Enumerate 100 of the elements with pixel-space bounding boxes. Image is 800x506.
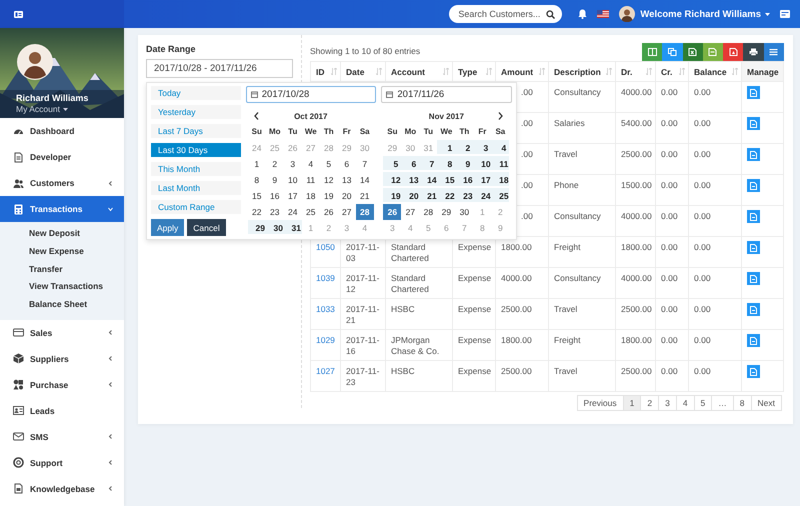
search-field[interactable]: Search Customers... — [449, 5, 562, 23]
calendar-day[interactable]: 22 — [248, 204, 266, 220]
sidebar-item[interactable]: Purchase — [0, 372, 124, 398]
submenu-item[interactable]: Transfer — [29, 260, 124, 278]
calendar-day[interactable]: 21 — [419, 188, 438, 202]
calendar-day[interactable]: 8 — [437, 156, 456, 170]
calendar-day[interactable]: 11 — [302, 172, 320, 188]
panel-icon[interactable] — [780, 10, 790, 18]
edit-button[interactable] — [747, 148, 760, 161]
calendar-day[interactable]: 17 — [473, 172, 492, 186]
range-option[interactable]: Custom Range — [151, 200, 241, 214]
calendar-day[interactable]: 13 — [338, 172, 356, 188]
calendar-day[interactable]: 14 — [419, 172, 438, 186]
calendar-day[interactable]: 19 — [320, 188, 338, 204]
range-option[interactable]: Last 30 Days — [151, 143, 241, 157]
calendar-day[interactable]: 16 — [266, 188, 284, 204]
calendar-day[interactable]: 20 — [338, 188, 356, 204]
calendar-day[interactable]: 3 — [473, 140, 492, 154]
sidebar-item[interactable]: Suppliers — [0, 346, 124, 372]
calendar-day[interactable]: 10 — [473, 156, 492, 170]
calendar-day[interactable]: 29 — [248, 220, 266, 234]
account-menu[interactable]: My Account — [16, 104, 88, 114]
bell-icon[interactable] — [578, 9, 588, 19]
calendar-day[interactable]: 20 — [401, 188, 420, 202]
calendar-day[interactable]: 22 — [437, 188, 456, 202]
calendar-day[interactable]: 31 — [284, 220, 302, 234]
cancel-button[interactable]: Cancel — [187, 219, 226, 236]
calendar-day[interactable]: 12 — [383, 172, 402, 186]
calendar-day[interactable]: 26 — [383, 204, 402, 220]
calendar-day[interactable]: 14 — [356, 172, 374, 188]
calendar-day[interactable]: 24 — [473, 188, 492, 202]
sidebar-item[interactable]: Sales — [0, 320, 124, 346]
calendar-day[interactable]: 28 — [356, 204, 374, 220]
calendar-day[interactable]: 25 — [302, 204, 320, 220]
range-option[interactable]: Today — [151, 86, 241, 100]
sidebar-item[interactable]: Developer — [0, 144, 124, 170]
flag-icon[interactable] — [597, 10, 610, 18]
calendar-day[interactable]: 15 — [248, 188, 266, 204]
calendar-day[interactable]: 26 — [320, 204, 338, 220]
edit-button[interactable] — [747, 210, 760, 223]
page-button[interactable]: 8 — [732, 395, 752, 411]
calendar-day[interactable]: 30 — [455, 204, 474, 220]
calendar-day[interactable]: 7 — [356, 156, 374, 172]
calendar-day[interactable]: 23 — [455, 188, 474, 202]
submenu-item[interactable]: New Expense — [29, 242, 124, 261]
edit-button[interactable] — [747, 179, 760, 192]
column-header[interactable]: Type — [452, 62, 496, 82]
calendar-day[interactable]: 6 — [338, 156, 356, 172]
calendar-day[interactable]: 19 — [383, 188, 402, 202]
range-option[interactable]: Yesterday — [151, 105, 241, 119]
calendar-day[interactable]: 15 — [437, 172, 456, 186]
column-header[interactable]: Description — [548, 62, 616, 82]
page-button[interactable]: Previous — [576, 395, 624, 411]
export-button[interactable] — [764, 43, 784, 61]
calendar-day[interactable]: 23 — [266, 204, 284, 220]
column-header[interactable]: ID — [310, 62, 340, 82]
submenu-item[interactable]: View Transactions — [29, 278, 124, 296]
calendar-day[interactable]: 16 — [455, 172, 474, 186]
calendar-day[interactable]: 13 — [401, 172, 420, 186]
calendar-day[interactable]: 28 — [419, 204, 438, 220]
calendar-day[interactable]: 17 — [284, 188, 302, 204]
edit-button[interactable] — [747, 241, 760, 254]
edit-button[interactable] — [747, 272, 760, 285]
page-button[interactable]: … — [711, 395, 734, 411]
previous-month-icon[interactable] — [254, 112, 260, 120]
export-button[interactable] — [723, 43, 744, 61]
column-header[interactable]: Dr. — [616, 62, 656, 82]
submenu-item[interactable]: New Deposit — [29, 225, 124, 243]
calendar-day[interactable]: 2 — [455, 140, 474, 154]
calendar-day[interactable]: 1 — [437, 140, 456, 154]
user-menu[interactable]: Welcome Richard Williams — [640, 8, 770, 20]
calendar-day[interactable]: 9 — [455, 156, 474, 170]
range-option[interactable]: Last 7 Days — [151, 124, 241, 138]
calendar-day[interactable]: 3 — [284, 156, 302, 172]
column-header[interactable]: Cr. — [656, 62, 688, 82]
calendar-day[interactable]: 6 — [401, 156, 420, 170]
edit-button[interactable] — [747, 365, 760, 378]
sidebar-item[interactable]: Support — [0, 450, 124, 476]
edit-button[interactable] — [747, 303, 760, 316]
calendar-day[interactable]: 10 — [284, 172, 302, 188]
calendar-day[interactable]: 8 — [248, 172, 266, 188]
calendar-day[interactable]: 25 — [491, 188, 510, 202]
calendar-day[interactable]: 12 — [320, 172, 338, 188]
sidebar-item[interactable]: Transactions — [0, 196, 124, 222]
calendar-day[interactable]: 27 — [401, 204, 420, 220]
calendar-day[interactable]: 29 — [437, 204, 456, 220]
calendar-day[interactable]: 27 — [338, 204, 356, 220]
column-header[interactable]: Balance — [688, 62, 742, 82]
column-header[interactable]: Date — [340, 62, 386, 82]
calendar-day[interactable]: 2 — [266, 156, 284, 172]
calendar-day[interactable]: 1 — [248, 156, 266, 172]
export-button[interactable] — [743, 43, 764, 61]
export-button[interactable] — [702, 43, 724, 61]
sidebar-item[interactable]: SMS — [0, 424, 124, 450]
calendar-day[interactable]: 5 — [383, 156, 402, 170]
page-button[interactable]: 2 — [640, 395, 660, 411]
calendar-day[interactable]: 11 — [491, 156, 510, 170]
calendar-day[interactable]: 30 — [266, 220, 284, 234]
calendar-day[interactable]: 24 — [284, 204, 302, 220]
apply-button[interactable]: Apply — [151, 219, 184, 236]
